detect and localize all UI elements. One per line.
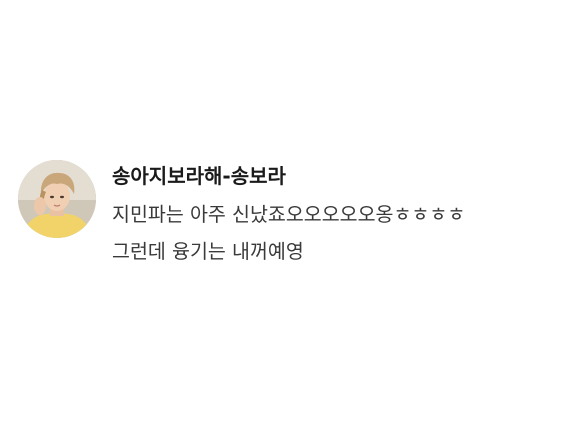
avatar[interactable]: [18, 160, 96, 238]
comment-text-line-2: 그런데 융기는 내꺼예영: [112, 240, 304, 263]
avatar-photo-icon: [18, 160, 96, 238]
comment-author[interactable]: 송아지보라해-송보라: [112, 162, 573, 190]
comment-body: 송아지보라해-송보라 지민파는 아주 신났죠오오오오오옹ㅎㅎㅎㅎ 그런데 융기는…: [112, 162, 573, 275]
comment-screen: 송아지보라해-송보라 지민파는 아주 신났죠오오오오오옹ㅎㅎㅎㅎ 그런데 융기는…: [0, 0, 579, 434]
comment-text-line-1: 지민파는 아주 신났죠오오오오오옹ㅎㅎㅎㅎ: [112, 203, 466, 226]
comment-item: 송아지보라해-송보라 지민파는 아주 신났죠오오오오오옹ㅎㅎㅎㅎ 그런데 융기는…: [18, 160, 573, 290]
